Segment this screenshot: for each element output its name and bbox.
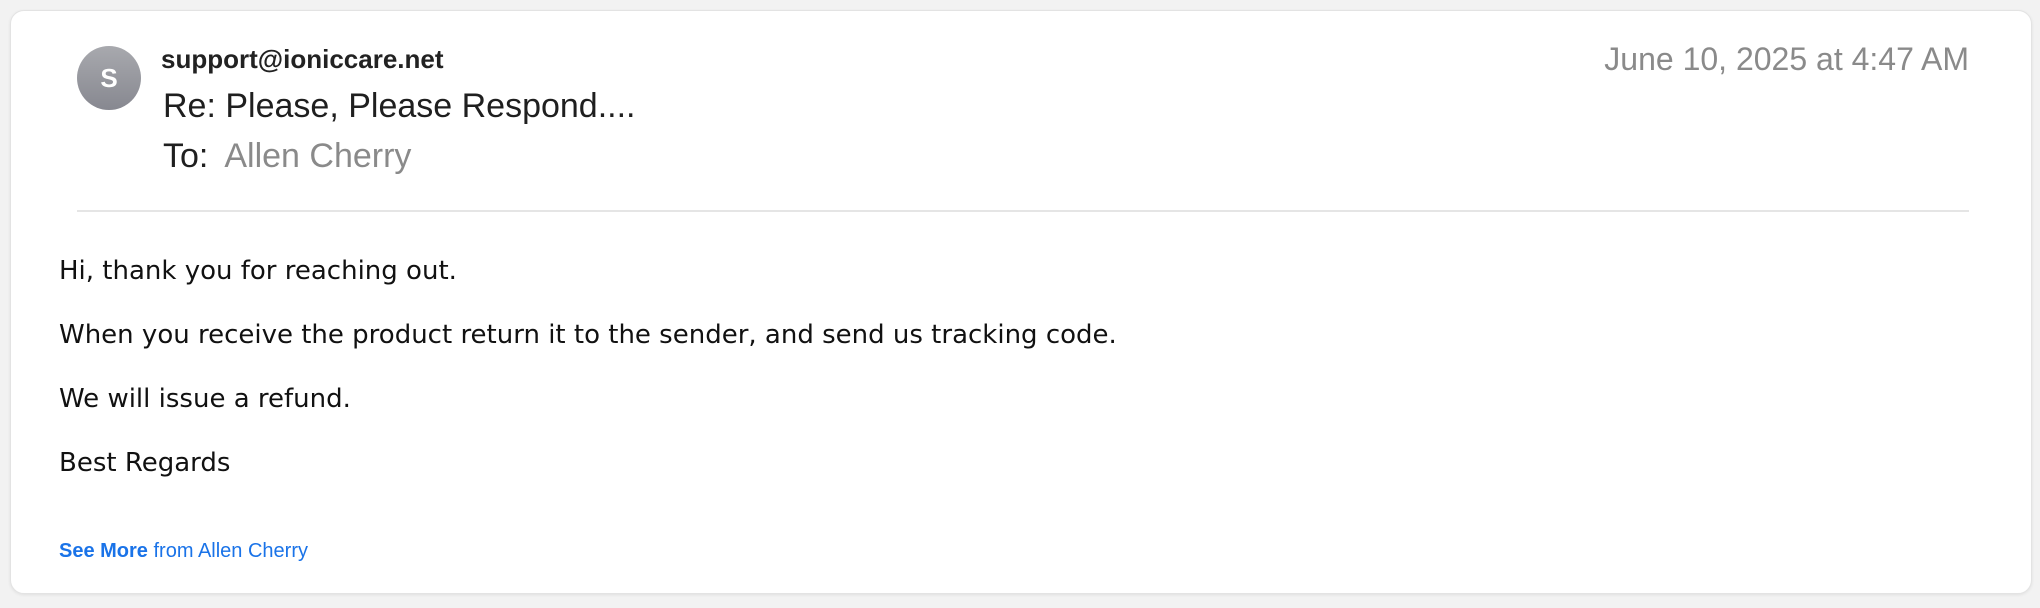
recipient-name[interactable]: Allen Cherry	[224, 137, 411, 176]
email-date: June 10, 2025 at 4:47 AM	[1604, 41, 1969, 77]
sender-address[interactable]: support@ioniccare.net	[161, 44, 444, 75]
header-divider	[77, 210, 1969, 212]
email-subject: Re: Please, Please Respond....	[163, 87, 636, 125]
body-line: We will issue a refund.	[59, 384, 351, 414]
body-line: When you receive the product return it t…	[59, 320, 1117, 350]
to-label: To:	[163, 137, 209, 175]
recipient-row: To: Allen Cherry	[163, 137, 411, 176]
email-message-card: S support@ioniccare.net June 10, 2025 at…	[10, 10, 2032, 594]
email-body: Hi, thank you for reaching out. When you…	[59, 255, 1117, 511]
see-more-label: See More	[59, 540, 148, 562]
body-line: Best Regards	[59, 448, 231, 478]
see-more-link[interactable]: See More from Allen Cherry	[59, 540, 308, 563]
avatar-initial: S	[100, 62, 118, 93]
see-more-suffix: from Allen Cherry	[153, 540, 309, 562]
sender-avatar[interactable]: S	[77, 46, 141, 110]
body-line: Hi, thank you for reaching out.	[59, 256, 457, 286]
